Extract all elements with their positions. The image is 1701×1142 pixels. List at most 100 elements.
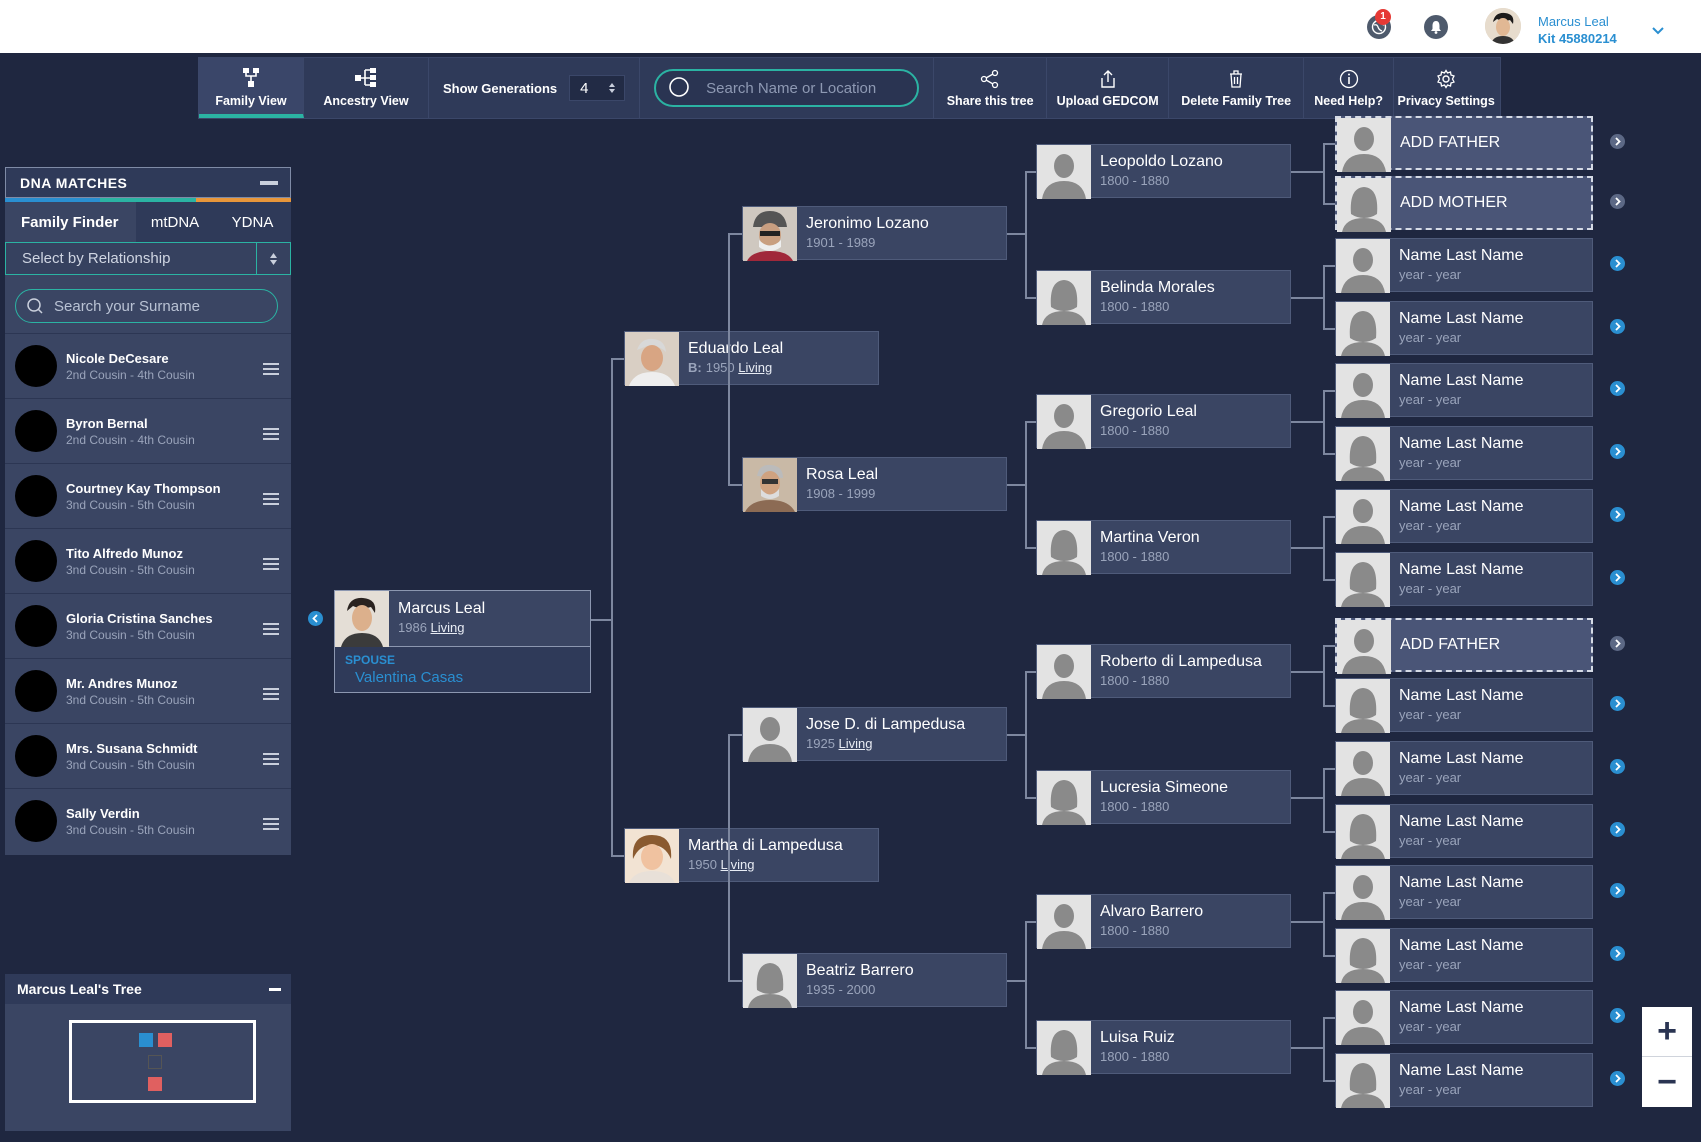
notification-badge: 1: [1375, 9, 1391, 25]
match-row[interactable]: Mr. Andres Munoz 3nd Cousin - 5th Cousin: [5, 658, 291, 723]
person-card[interactable]: Lucresia Simeone 1800 - 1880: [1036, 770, 1291, 825]
tab-family-finder[interactable]: Family Finder: [5, 202, 136, 242]
person-name: Beatriz Barrero: [806, 962, 914, 979]
match-row[interactable]: Tito Alfredo Munoz 3nd Cousin - 5th Cousi…: [5, 528, 291, 593]
match-row[interactable]: Courtney Kay Thompson 3nd Cousin - 5th Co…: [5, 463, 291, 528]
person-card[interactable]: Name Last Name year - year: [1335, 363, 1593, 418]
person-card[interactable]: Name Last Name year - year: [1335, 1053, 1593, 1108]
person-card[interactable]: Leopoldo Lozano 1800 - 1880: [1036, 144, 1291, 199]
person-card[interactable]: Name Last Name year - year: [1335, 865, 1593, 920]
expand-right-icon[interactable]: [1610, 570, 1625, 585]
expand-right-icon[interactable]: [1610, 256, 1625, 271]
person-card[interactable]: Martha di Lampedusa 1950 Living: [624, 828, 879, 883]
person-card[interactable]: Name Last Name year - year: [1335, 238, 1593, 293]
person-card[interactable]: Eduardo Leal B: 1950 Living: [624, 331, 879, 386]
person-card[interactable]: Name Last Name year - year: [1335, 552, 1593, 607]
share-tree-button[interactable]: Share this tree: [934, 58, 1048, 118]
zoom-out-button[interactable]: −: [1642, 1057, 1692, 1107]
person-card[interactable]: Name Last Name year - year: [1335, 741, 1593, 796]
expand-right-icon[interactable]: [1610, 194, 1625, 209]
person-card[interactable]: Jeronimo Lozano 1901 - 1989: [742, 206, 1007, 261]
living-status[interactable]: Living: [721, 857, 755, 872]
expand-right-icon[interactable]: [1610, 507, 1625, 522]
living-status[interactable]: Living: [839, 736, 873, 751]
tree-search-input[interactable]: Search Name or Location: [654, 69, 920, 107]
generations-stepper[interactable]: 4: [569, 75, 626, 101]
match-row[interactable]: Sally Verdin 3nd Cousin - 5th Cousin: [5, 788, 291, 853]
expand-right-icon[interactable]: [1610, 636, 1625, 651]
add-parent-card[interactable]: ADD FATHER: [1335, 116, 1593, 172]
person-card[interactable]: Martina Veron 1800 - 1880: [1036, 520, 1291, 575]
person-name: Name Last Name: [1399, 310, 1524, 327]
add-parent-card[interactable]: ADD FATHER: [1335, 618, 1593, 674]
person-name: Roberto di Lampedusa: [1100, 653, 1262, 670]
expand-left-icon[interactable]: [308, 611, 323, 626]
add-parent-card[interactable]: ADD MOTHER: [1335, 176, 1593, 232]
stepper-arrows-icon[interactable]: [608, 82, 616, 94]
spouse-name[interactable]: Valentina Casas: [355, 669, 463, 686]
expand-right-icon[interactable]: [1610, 696, 1625, 711]
menu-icon[interactable]: [263, 363, 279, 378]
expand-right-icon[interactable]: [1610, 822, 1625, 837]
person-card[interactable]: Gregorio Leal 1800 - 1880: [1036, 394, 1291, 449]
person-card[interactable]: Name Last Name year - year: [1335, 928, 1593, 983]
expand-right-icon[interactable]: [1610, 381, 1625, 396]
person-card[interactable]: Name Last Name year - year: [1335, 678, 1593, 733]
relationship-select[interactable]: Select by Relationship: [5, 242, 291, 275]
person-card[interactable]: Belinda Morales 1800 - 1880: [1036, 270, 1291, 325]
collapse-icon[interactable]: [260, 180, 278, 185]
person-card[interactable]: Roberto di Lampedusa 1800 - 1880: [1036, 644, 1291, 699]
match-row[interactable]: Nicole DeCesare 2nd Cousin - 4th Cousin: [5, 333, 291, 398]
user-avatar[interactable]: [1485, 8, 1521, 44]
expand-right-icon[interactable]: [1610, 134, 1625, 149]
bell-icon[interactable]: [1424, 15, 1448, 39]
person-card[interactable]: Rosa Leal 1908 - 1999: [742, 457, 1007, 512]
menu-icon[interactable]: [263, 428, 279, 443]
expand-right-icon[interactable]: [1610, 319, 1625, 334]
expand-right-icon[interactable]: [1610, 883, 1625, 898]
match-row[interactable]: Gloria Cristina Sanches 3nd Cousin - 5th …: [5, 593, 291, 658]
person-card[interactable]: Name Last Name year - year: [1335, 489, 1593, 544]
match-text: Gloria Cristina Sanches 3nd Cousin - 5th …: [66, 611, 213, 642]
menu-icon[interactable]: [263, 493, 279, 508]
person-card[interactable]: Name Last Name year - year: [1335, 426, 1593, 481]
chevron-down-icon[interactable]: [1652, 22, 1664, 40]
connector-line: [1323, 328, 1335, 330]
delete-tree-button[interactable]: Delete Family Tree: [1169, 58, 1305, 118]
mini-tree-viewport[interactable]: [69, 1020, 256, 1103]
match-row[interactable]: Byron Bernal 2nd Cousin - 4th Cousin: [5, 398, 291, 463]
person-card[interactable]: Alvaro Barrero 1800 - 1880: [1036, 894, 1291, 949]
expand-right-icon[interactable]: [1610, 444, 1625, 459]
family-view-button[interactable]: Family View: [199, 58, 304, 118]
person-card[interactable]: Name Last Name year - year: [1335, 301, 1593, 356]
tab-mtdna[interactable]: mtDNA: [136, 202, 214, 242]
person-card[interactable]: Luisa Ruiz 1800 - 1880: [1036, 1020, 1291, 1075]
root-person-card[interactable]: Marcus Leal 1986 Living SPOUSE Valentina…: [334, 590, 591, 693]
menu-icon[interactable]: [263, 818, 279, 833]
surname-search-input[interactable]: Search your Surname: [15, 289, 278, 323]
menu-icon[interactable]: [263, 688, 279, 703]
expand-right-icon[interactable]: [1610, 759, 1625, 774]
upload-gedcom-button[interactable]: Upload GEDCOM: [1047, 58, 1170, 118]
privacy-settings-button[interactable]: Privacy Settings: [1394, 58, 1498, 118]
person-card[interactable]: Jose D. di Lampedusa 1925 Living: [742, 707, 1007, 762]
user-name[interactable]: Marcus Leal: [1538, 14, 1609, 29]
person-card[interactable]: Name Last Name year - year: [1335, 804, 1593, 859]
tab-ydna[interactable]: YDNA: [214, 202, 291, 242]
ancestry-view-button[interactable]: Ancestry View: [304, 58, 429, 118]
menu-icon[interactable]: [263, 753, 279, 768]
person-card[interactable]: Beatriz Barrero 1935 - 2000: [742, 953, 1007, 1008]
expand-right-icon[interactable]: [1610, 1071, 1625, 1086]
expand-right-icon[interactable]: [1610, 1008, 1625, 1023]
expand-right-icon[interactable]: [1610, 946, 1625, 961]
collapse-icon[interactable]: [269, 987, 281, 991]
user-kit-number[interactable]: Kit 45880214: [1538, 31, 1617, 46]
need-help-button[interactable]: Need Help?: [1304, 58, 1395, 118]
person-card[interactable]: Name Last Name year - year: [1335, 990, 1593, 1045]
living-status[interactable]: Living: [738, 360, 772, 375]
menu-icon[interactable]: [263, 558, 279, 573]
privacy-settings-label: Privacy Settings: [1397, 94, 1495, 108]
menu-icon[interactable]: [263, 623, 279, 638]
match-row[interactable]: Mrs. Susana Schmidt 3nd Cousin - 5th Cous…: [5, 723, 291, 788]
zoom-in-button[interactable]: +: [1642, 1007, 1692, 1057]
